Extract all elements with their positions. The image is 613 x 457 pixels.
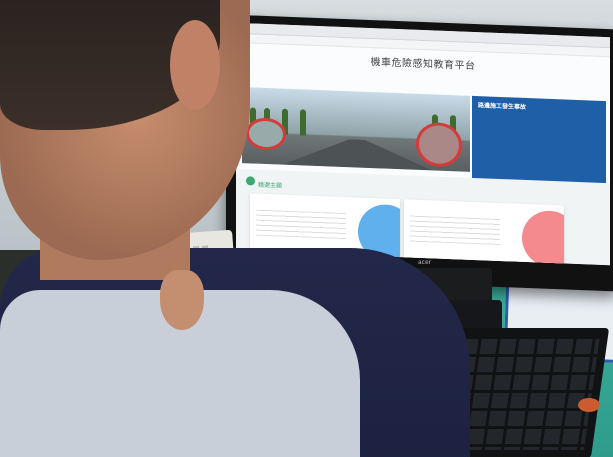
panel-title: 路邊施工發生事故 bbox=[478, 102, 527, 111]
card-text bbox=[256, 209, 346, 240]
monitor-screen: 機車危險感知教育平台 路邊施工發生事故 精選主題 bbox=[236, 22, 610, 266]
person-ear bbox=[170, 20, 220, 110]
card-text bbox=[410, 215, 500, 245]
road bbox=[282, 137, 432, 171]
right-mirror-highlight bbox=[416, 121, 462, 168]
topic-icon bbox=[246, 176, 255, 186]
left-mirror-highlight bbox=[246, 117, 286, 151]
palm-tree bbox=[300, 109, 306, 136]
topics-label: 精選主題 bbox=[258, 181, 283, 190]
photo-scene: 機車危險感知教育平台 路邊施工發生事故 精選主題 acer bbox=[0, 0, 613, 457]
monitor-brand: acer bbox=[418, 259, 432, 266]
mouse bbox=[578, 398, 600, 412]
hero-image bbox=[242, 87, 470, 172]
card-decoration bbox=[522, 209, 564, 266]
scenario-panel: 路邊施工發生事故 bbox=[472, 95, 606, 188]
person-hand bbox=[160, 270, 204, 330]
topic-card[interactable] bbox=[404, 199, 564, 266]
